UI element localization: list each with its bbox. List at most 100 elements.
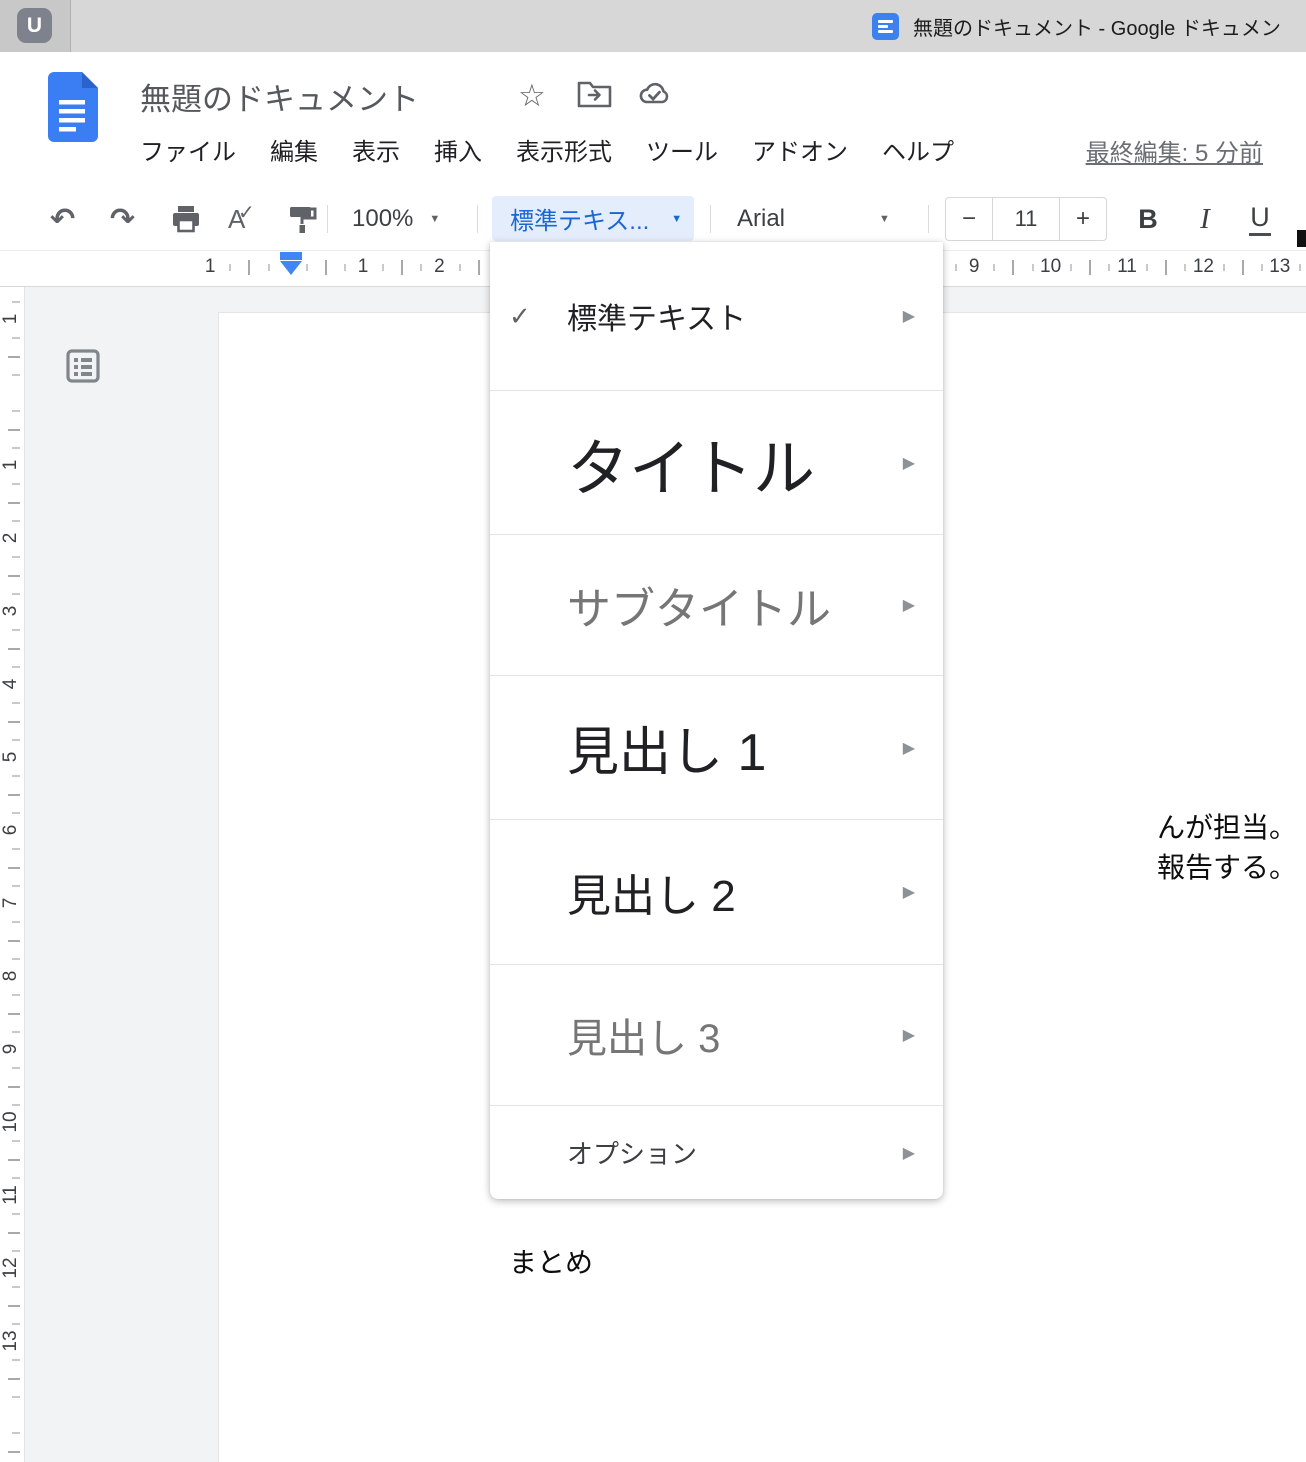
ruler-tick bbox=[1261, 264, 1263, 271]
doc-line: まとめ bbox=[509, 1243, 705, 1283]
ruler-tick bbox=[8, 502, 20, 504]
submenu-arrow-icon: ▶ bbox=[903, 453, 915, 473]
styles-select[interactable]: 標準テキス...▼ bbox=[492, 196, 694, 241]
cloud-status-icon[interactable] bbox=[636, 78, 676, 108]
decrease-font-button[interactable]: − bbox=[946, 198, 992, 240]
docs-logo-icon[interactable] bbox=[46, 72, 98, 142]
ruler-tick bbox=[8, 1451, 20, 1453]
ruler-tick bbox=[8, 1305, 20, 1307]
ruler-tick bbox=[8, 1159, 20, 1161]
font-select[interactable]: Arial ▼ bbox=[737, 190, 890, 248]
indent-marker[interactable] bbox=[280, 252, 302, 275]
ruler-number: 1 bbox=[0, 308, 22, 330]
chevron-down-icon: ▼ bbox=[429, 213, 440, 225]
menu-item[interactable]: 表示形式 bbox=[516, 132, 612, 167]
ruler-number: 10 bbox=[1036, 256, 1066, 278]
menu-item[interactable]: アドオン bbox=[752, 132, 848, 167]
left-indent-handle[interactable] bbox=[280, 261, 302, 275]
style-option-h3[interactable]: 見出し 3 ▶ bbox=[490, 964, 943, 1105]
ruler-number: 11 bbox=[1112, 256, 1142, 278]
undo-button[interactable]: ↶ bbox=[50, 190, 75, 248]
paint-format-button[interactable] bbox=[284, 190, 320, 248]
screenshot-root: U 無題のドキュメント - Google ドキュメン 無題のドキュメント ☆ フ… bbox=[0, 0, 1306, 1462]
ruler-number: 1 bbox=[195, 256, 225, 278]
toolbar-separator bbox=[710, 205, 711, 233]
bold-button[interactable]: B bbox=[1128, 190, 1168, 248]
submenu-arrow-icon: ▶ bbox=[903, 1025, 915, 1045]
style-option-normal[interactable]: ✓標準テキスト▶ bbox=[490, 242, 943, 390]
style-option-h1[interactable]: 見出し 1▶ bbox=[490, 675, 943, 819]
toolbar-separator bbox=[477, 205, 478, 233]
ruler-tick bbox=[401, 260, 403, 275]
menu-item[interactable]: ファイル bbox=[140, 132, 236, 167]
zoom-select[interactable]: 100%▼ bbox=[352, 190, 440, 248]
menu-item[interactable]: 挿入 bbox=[434, 132, 482, 167]
ruler-tick bbox=[420, 264, 422, 271]
ruler-tick bbox=[8, 940, 20, 942]
ruler-number: 12 bbox=[1188, 256, 1218, 278]
ruler-number: 13 bbox=[0, 1330, 22, 1352]
ruler-tick bbox=[8, 1378, 20, 1380]
ruler-tick bbox=[268, 264, 270, 271]
browser-tab[interactable]: 無題のドキュメント - Google ドキュメン bbox=[872, 0, 1281, 52]
vertical-ruler: 112345678910111213 bbox=[0, 287, 25, 1462]
submenu-arrow-icon: ▶ bbox=[903, 882, 915, 902]
ruler-tick bbox=[8, 794, 20, 796]
italic-button[interactable]: I bbox=[1185, 190, 1225, 248]
ruler-tick bbox=[12, 702, 20, 704]
print-button[interactable] bbox=[168, 190, 204, 248]
style-option-label: 見出し 2 bbox=[567, 860, 736, 924]
ruler-tick bbox=[12, 410, 20, 412]
toolbar-separator bbox=[928, 205, 929, 233]
move-folder-button[interactable] bbox=[576, 78, 614, 110]
font-size-input[interactable]: 11 bbox=[992, 198, 1060, 240]
ruler-tick bbox=[8, 1086, 20, 1088]
menu-item[interactable]: ヘルプ bbox=[882, 132, 954, 167]
app-icon[interactable]: U bbox=[17, 8, 52, 43]
last-edit-link[interactable]: 最終編集: 5 分前 bbox=[1086, 133, 1263, 168]
increase-font-button[interactable]: + bbox=[1060, 198, 1106, 240]
ruler-tick bbox=[1070, 264, 1072, 271]
ruler-number: 6 bbox=[0, 819, 22, 841]
submenu-arrow-icon: ▶ bbox=[903, 1143, 915, 1163]
ruler-tick bbox=[1032, 264, 1034, 271]
outline-toggle-button[interactable] bbox=[62, 345, 104, 387]
ruler-tick bbox=[478, 260, 480, 275]
menu-item[interactable]: 表示 bbox=[352, 132, 400, 167]
underline-button[interactable]: U bbox=[1240, 190, 1280, 248]
redo-button[interactable]: ↷ bbox=[110, 190, 135, 248]
ruler-number: 1 bbox=[0, 454, 22, 476]
ruler-tick bbox=[12, 593, 20, 595]
style-option-title[interactable]: タイトル▶ bbox=[490, 390, 943, 534]
toolbar: ↶ ↷ A✓ 100%▼ 標準テキス...▼ bbox=[0, 190, 1306, 250]
ruler-tick bbox=[12, 337, 20, 339]
ruler-tick bbox=[1012, 260, 1014, 275]
ruler-tick bbox=[12, 775, 20, 777]
style-option-h2[interactable]: 見出し 2 ▶ bbox=[490, 819, 943, 964]
style-option-label: サブタイトル bbox=[567, 573, 831, 637]
docs-favicon-icon bbox=[872, 13, 899, 40]
ruler-number: 4 bbox=[0, 673, 22, 695]
ruler-tick bbox=[1108, 264, 1110, 271]
ruler-tick bbox=[12, 447, 20, 449]
ruler-tick bbox=[12, 848, 20, 850]
submenu-arrow-icon: ▶ bbox=[903, 595, 915, 615]
document-title[interactable]: 無題のドキュメント bbox=[140, 74, 419, 119]
style-option-subtitle[interactable]: サブタイトル ▶ bbox=[490, 534, 943, 675]
menu-item[interactable]: ツール bbox=[646, 132, 718, 167]
style-option-label: 見出し 3 bbox=[567, 1006, 720, 1064]
ruler-tick bbox=[12, 885, 20, 887]
style-option-label: 標準テキスト bbox=[567, 294, 746, 338]
browser-tab-bar: U 無題のドキュメント - Google ドキュメン bbox=[0, 0, 1306, 53]
ruler-number: 11 bbox=[0, 1184, 22, 1206]
menu-item[interactable]: 編集 bbox=[270, 132, 318, 167]
first-line-indent-handle[interactable] bbox=[280, 252, 302, 260]
menu-bar: ファイル編集表示挿入表示形式ツールアドオンヘルプ bbox=[140, 132, 954, 167]
ruler-tick bbox=[12, 520, 20, 522]
cut-off-button[interactable] bbox=[1297, 230, 1306, 247]
style-option-option[interactable]: オプション▶ bbox=[490, 1105, 943, 1199]
ruler-tick bbox=[1299, 264, 1301, 271]
ruler-tick bbox=[12, 1140, 20, 1142]
star-button[interactable]: ☆ bbox=[518, 78, 546, 114]
ruler-tick bbox=[8, 356, 20, 358]
